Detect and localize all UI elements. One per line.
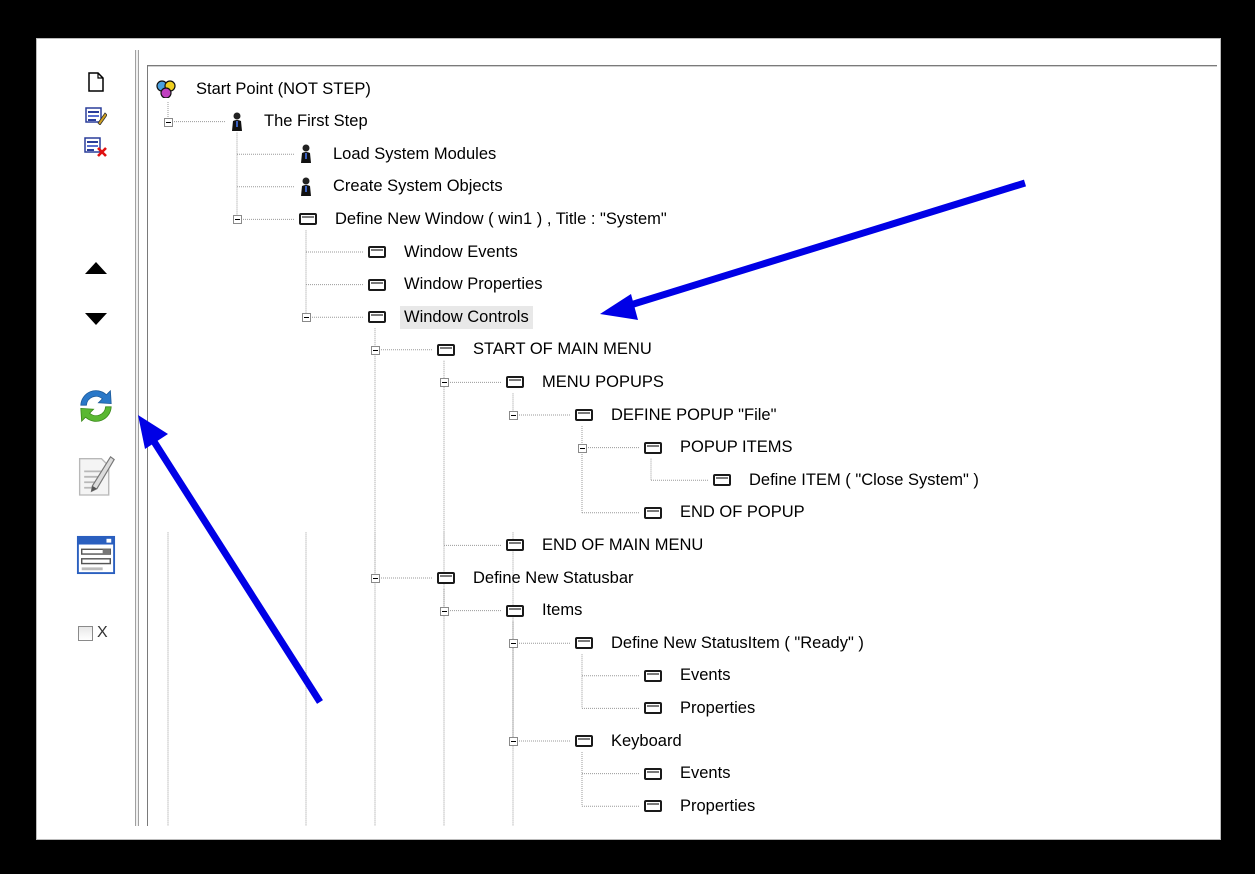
tree-node-label: Define New Statusbar	[473, 568, 634, 587]
tree-node[interactable]: END OF MAIN MENU	[506, 532, 707, 558]
collapse-toggle-icon[interactable]	[440, 606, 449, 616]
tree-node-label: POPUP ITEMS	[680, 438, 793, 457]
window-node-icon	[506, 539, 524, 552]
tree-node[interactable]: Create System Objects	[299, 174, 507, 200]
tree-node[interactable]: Items	[506, 598, 586, 624]
window-node-icon	[644, 800, 662, 813]
tree-node[interactable]: END OF POPUP	[644, 500, 809, 526]
window-node-icon	[506, 376, 524, 389]
collapse-toggle-icon[interactable]	[509, 411, 518, 420]
window-node-icon	[506, 604, 524, 617]
move-down-icon[interactable]	[76, 302, 116, 336]
tree-node-label: Load System Modules	[333, 144, 497, 163]
window-node-icon	[437, 572, 455, 584]
edit-icon[interactable]	[76, 98, 116, 132]
collapse-toggle-icon[interactable]	[164, 117, 173, 127]
tree-node[interactable]: Define New Window ( win1 ) , Title : "Sy…	[299, 206, 671, 232]
tree-node-root[interactable]: Start Point (NOT STEP)	[156, 76, 375, 102]
tree-node[interactable]: START OF MAIN MENU	[437, 337, 656, 363]
editor-window: X Start Point (NOT STEP) The First Step L…	[48, 50, 1217, 826]
collapse-toggle-icon[interactable]	[302, 313, 311, 323]
tree-node-label: Events	[680, 764, 731, 783]
tree-node[interactable]: MENU POPUPS	[506, 369, 668, 395]
tree-node[interactable]: POPUP ITEMS	[644, 435, 796, 461]
window-node-icon	[713, 474, 731, 487]
window-node-icon	[644, 669, 662, 682]
step-person-icon	[299, 144, 313, 164]
tree-node-label: Create System Objects	[333, 177, 503, 196]
window-node-icon	[368, 278, 386, 291]
tree-node-label: Keyboard	[611, 731, 682, 750]
tree-node[interactable]: Window Controls	[368, 304, 533, 330]
move-up-icon[interactable]	[76, 251, 116, 285]
step-person-icon	[299, 177, 313, 197]
tree-node[interactable]: Properties	[644, 695, 759, 721]
tree-node-label: Define New StatusItem ( "Ready" )	[611, 633, 864, 652]
tree-node-label: Events	[680, 666, 731, 685]
tree-view[interactable]: Start Point (NOT STEP) The First Step Loa…	[147, 65, 1217, 826]
tree-node[interactable]: DEFINE POPUP "File"	[575, 402, 780, 428]
tree-node-label: Window Events	[404, 242, 518, 261]
window-node-icon	[368, 311, 386, 324]
new-file-icon[interactable]	[76, 65, 116, 99]
tree-node-label: Window Properties	[404, 275, 543, 294]
tree-node-label: END OF POPUP	[680, 503, 805, 522]
collapse-toggle-icon[interactable]	[509, 639, 518, 649]
tree-node[interactable]: Window Events	[368, 239, 522, 265]
sidebar-divider[interactable]	[135, 50, 139, 826]
window-node-icon	[575, 409, 593, 421]
window-node-icon	[575, 637, 593, 650]
window-node-icon	[575, 735, 593, 747]
edit-script-icon[interactable]	[76, 450, 116, 500]
tree-node-label: END OF MAIN MENU	[542, 535, 704, 554]
tree-node-label: Define New Window ( win1 ) , Title : "Sy…	[335, 209, 667, 228]
tree-node[interactable]: Window Properties	[368, 272, 546, 298]
window-node-icon	[644, 441, 662, 454]
tree-node[interactable]: Events	[644, 761, 734, 787]
tree-node[interactable]: Define New Statusbar	[437, 565, 638, 591]
tree-node[interactable]: Events	[644, 663, 734, 689]
window-node-icon	[644, 506, 662, 519]
x-checkbox[interactable]: X	[78, 624, 108, 642]
collapse-toggle-icon[interactable]	[233, 215, 242, 225]
tree-node-label: Define ITEM ( "Close System" )	[749, 470, 979, 489]
window-node-icon	[644, 767, 662, 780]
tree-node-label: DEFINE POPUP "File"	[611, 405, 777, 424]
window-form-icon[interactable]	[76, 533, 116, 577]
tree-node-label: Start Point (NOT STEP)	[196, 79, 371, 98]
refresh-icon[interactable]	[76, 383, 116, 429]
tree-node-label: Properties	[680, 796, 756, 815]
window-node-icon	[299, 213, 317, 226]
tree-node-label: Window Controls	[400, 305, 533, 329]
tree-node-label: START OF MAIN MENU	[473, 340, 652, 359]
window-node-icon	[437, 343, 455, 356]
tree-node[interactable]: Load System Modules	[299, 141, 500, 167]
tree-node[interactable]: Keyboard	[575, 728, 686, 754]
checkbox-label: X	[97, 624, 108, 641]
window-node-icon	[368, 246, 386, 258]
collapse-toggle-icon[interactable]	[509, 737, 518, 746]
checkbox-box[interactable]	[78, 625, 93, 641]
toolbar: X	[48, 50, 134, 826]
collapse-toggle-icon[interactable]	[440, 378, 449, 388]
tree-node-label: Items	[542, 601, 583, 620]
tree-node[interactable]: Define New StatusItem ( "Ready" )	[575, 630, 868, 656]
tree-node[interactable]: Properties	[644, 793, 759, 819]
tree-node-label: Properties	[680, 698, 756, 717]
tree-node-label: The First Step	[264, 112, 368, 131]
collapse-toggle-icon[interactable]	[371, 574, 380, 583]
tree-node[interactable]: Define ITEM ( "Close System" )	[713, 467, 983, 493]
window-node-icon	[644, 702, 662, 715]
step-person-icon	[230, 112, 244, 132]
tree-node[interactable]: The First Step	[230, 109, 372, 135]
start-point-icon	[156, 80, 176, 99]
delete-icon[interactable]	[76, 130, 116, 164]
collapse-toggle-icon[interactable]	[578, 443, 587, 453]
collapse-toggle-icon[interactable]	[371, 345, 380, 355]
tree-node-label: MENU POPUPS	[542, 372, 664, 391]
